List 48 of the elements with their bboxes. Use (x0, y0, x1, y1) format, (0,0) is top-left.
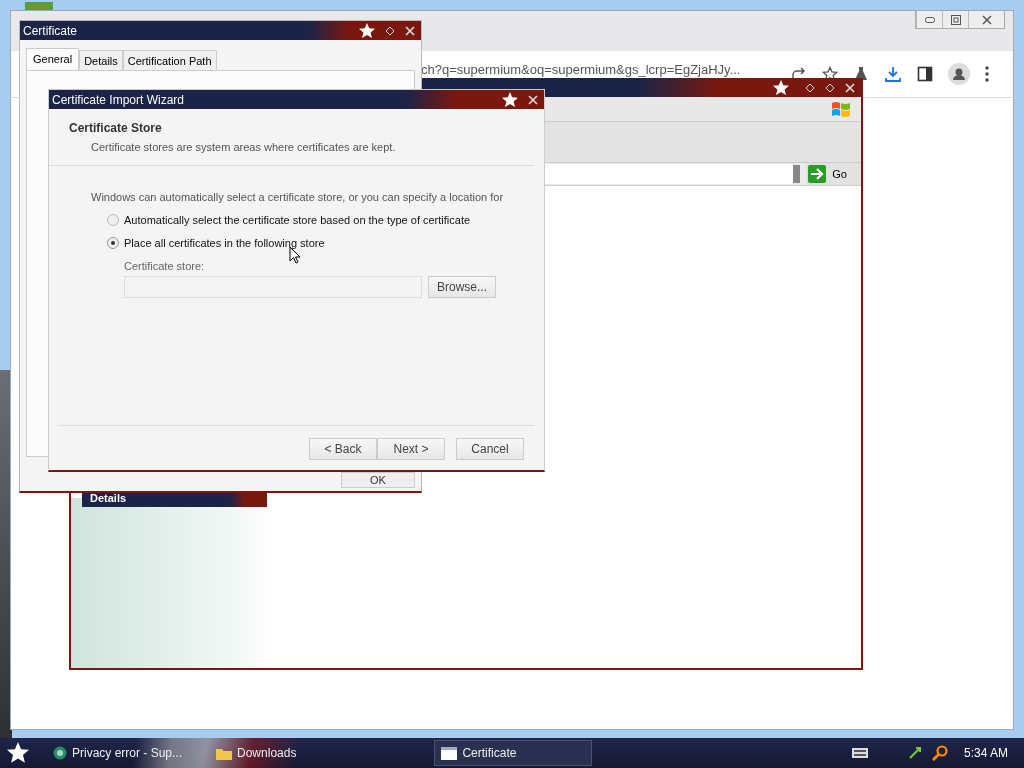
window-icon (441, 746, 458, 760)
wizard-button[interactable]: Cancel (456, 438, 524, 460)
ok-button[interactable]: OK (341, 472, 415, 488)
radio-button[interactable] (107, 214, 119, 226)
side-panel-icon[interactable] (917, 66, 933, 82)
arrow-icon (808, 165, 827, 183)
search-icon (931, 745, 948, 761)
star-icon (359, 22, 375, 39)
windows-logo-icon (831, 100, 851, 118)
window-title: Certificate (23, 23, 78, 38)
close-icon (981, 14, 992, 25)
keyboard-icon (851, 748, 868, 758)
option-label: Place all certificates in the following store (124, 237, 325, 249)
go-button[interactable]: Go (806, 163, 861, 185)
radio-option[interactable]: Place all certificates in the following store (107, 237, 524, 249)
tab[interactable]: Certification Path (122, 50, 217, 70)
close-icon[interactable] (845, 82, 855, 93)
browse-button[interactable]: Browse... (428, 276, 496, 298)
star-icon (773, 79, 789, 96)
folder-icon (216, 746, 233, 760)
network-icon (907, 746, 922, 760)
wizard-button[interactable]: Next > (377, 438, 445, 460)
profile-icon[interactable] (948, 63, 970, 85)
tab[interactable]: Details (79, 50, 123, 70)
taskbar-button[interactable]: Downloads (210, 740, 303, 766)
option-label: Automatically select the certificate store based on the type of certificate (124, 214, 471, 226)
taskbar-button[interactable]: Privacy error - Sup... (47, 740, 189, 766)
close-icon[interactable] (405, 25, 415, 36)
menu-icon[interactable] (985, 66, 989, 82)
download-icon[interactable] (884, 65, 902, 83)
toolbar-grip[interactable] (793, 165, 801, 183)
radio-option[interactable]: Automatically select the certificate store based on the type of certificate (107, 214, 524, 226)
taskbar-button[interactable]: Certificate (434, 740, 593, 766)
address-text[interactable]: ch?q=supermium&oq=supermium&gs_lcrp=EgZjaHJy... (421, 63, 741, 77)
close-icon[interactable] (528, 94, 538, 105)
radio-button[interactable] (107, 237, 119, 249)
star-icon (502, 91, 518, 108)
page-description: Certificate stores are system areas where certificates are kept. (91, 141, 397, 153)
wizard-button[interactable]: < Back (309, 438, 377, 460)
page-heading: Certificate Store (69, 121, 163, 135)
window-title: Certificate Import Wizard (52, 92, 185, 107)
browser-icon (53, 746, 67, 760)
instruction-text: Windows can automatically select a certificate store, or you can specify a location for (91, 191, 505, 203)
field-label: Certificate store: (124, 260, 206, 272)
clock: 5:34 AM (963, 746, 1008, 760)
tab[interactable]: General (26, 48, 80, 70)
start-star-icon[interactable] (7, 742, 29, 764)
minimize-icon (924, 16, 935, 23)
